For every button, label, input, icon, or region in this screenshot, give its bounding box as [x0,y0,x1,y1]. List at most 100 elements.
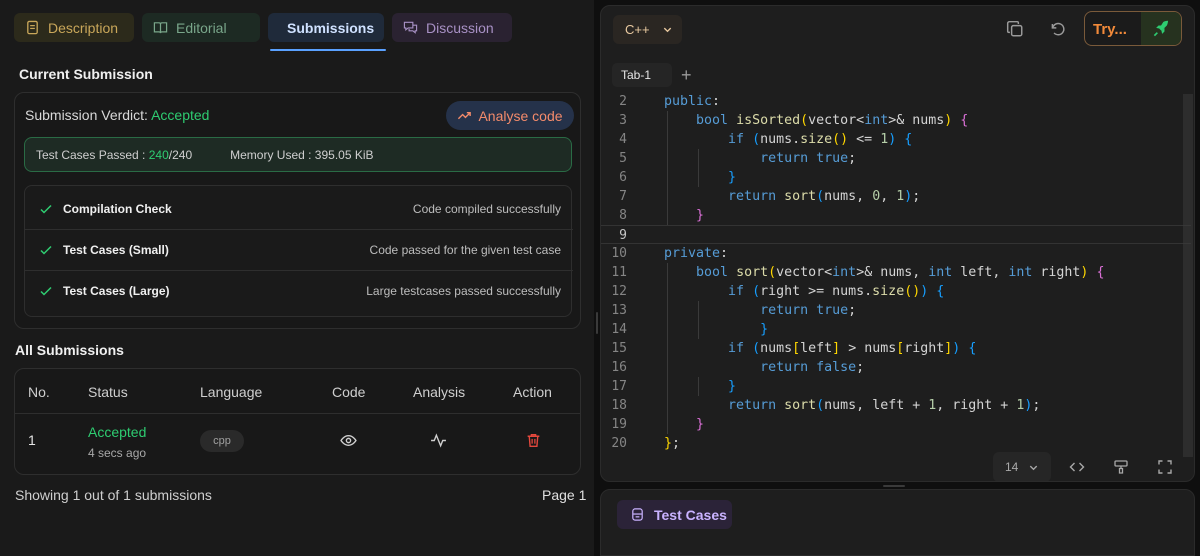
line-number: 10 [611,246,627,261]
eye-icon[interactable] [340,432,357,449]
analyse-code-button[interactable]: Analyse code [446,101,574,130]
copy-icon[interactable] [1006,20,1024,38]
font-size-select[interactable]: 14 [993,452,1051,481]
table-header: No. Status Language Code Analysis Action [15,369,580,414]
test-summary-bar: Test Cases Passed : 240/240 Memory Used … [24,137,572,172]
check-item-small: Test Cases (Small) Code passed for the g… [25,229,573,270]
editor-scrollbar[interactable] [1183,94,1193,457]
col-analysis: Analysis [413,384,466,400]
submissions-table: No. Status Language Code Analysis Action… [14,368,581,475]
tab-editorial[interactable]: Editorial [142,13,260,42]
line-number: 13 [611,303,627,318]
line-number: 19 [611,417,627,432]
col-status: Status [88,384,128,400]
line-number: 20 [611,436,627,451]
try-button[interactable]: Try... [1084,11,1182,46]
rocket-icon [1141,12,1181,45]
page-indicator: Page 1 [542,487,587,503]
trending-up-icon [458,111,472,120]
line-number: 3 [619,113,627,128]
row-status: Accepted [88,424,147,440]
check-icon [40,245,52,255]
check-message: Code compiled successfully [412,201,561,216]
line-number: 8 [619,208,627,223]
chevron-down-icon [663,27,671,33]
tab-editorial-label: Editorial [176,19,227,36]
add-tab-icon[interactable]: + [681,65,692,86]
line-number: 18 [611,398,627,413]
line-number: 7 [619,189,627,204]
language-value: C++ [625,22,650,37]
line-number: 4 [619,132,627,147]
horizontal-resize-handle[interactable] [883,485,905,487]
tests-passed-label: Test Cases Passed : [36,147,146,162]
check-list: Compilation Check Code compiled successf… [24,185,573,317]
all-submissions-heading: All Submissions [15,342,124,358]
check-message: Large testcases passed successfully [366,284,561,298]
font-size-value: 14 [1005,460,1019,474]
flask-icon [632,508,643,521]
table-row[interactable]: 1 Accepted 4 secs ago cpp [15,415,580,475]
line-number: 12 [611,284,627,299]
document-icon [27,20,38,35]
line-number: 17 [611,379,627,394]
col-no: No. [28,384,50,400]
check-name: Test Cases (Small) [63,243,169,257]
row-time: 4 secs ago [88,446,147,460]
tests-passed-value: 240 [148,147,169,162]
submissions-panel: Description Editorial Submissions Discus… [0,0,594,556]
line-number: 14 [611,322,627,337]
line-number: 11 [611,265,627,280]
code-editor: C++ Try... Tab-1 + 2 public: 3 bool isSor… [600,5,1195,482]
line-number: 16 [611,360,627,375]
col-action: Action [513,384,552,400]
activity-icon[interactable] [430,432,447,449]
active-tab-indicator [270,49,386,51]
format-brush-icon[interactable] [1113,459,1129,475]
col-language: Language [200,384,263,400]
tab-description[interactable]: Description [14,13,134,42]
submission-verdict: Submission Verdict: Accepted [25,107,209,123]
tab-submissions-label: Submissions [287,19,375,36]
analyse-code-label: Analyse code [478,107,563,124]
code-brackets-icon[interactable] [1069,459,1085,475]
check-name: Test Cases (Large) [63,284,170,298]
tab-discussion-label: Discussion [426,19,494,36]
reset-icon[interactable] [1049,20,1067,38]
chat-icon [403,21,418,34]
editor-tab[interactable]: Tab-1 [612,63,672,87]
current-submission-card: Submission Verdict: Accepted Analyse cod… [14,92,581,329]
line-number: 9 [619,228,627,243]
test-cases-panel: Test Cases [600,489,1195,556]
trash-icon[interactable] [525,432,542,449]
check-icon [40,286,52,296]
col-code: Code [332,384,366,400]
row-number: 1 [28,432,36,448]
tab-discussion[interactable]: Discussion [392,13,512,42]
fullscreen-icon[interactable] [1157,459,1173,475]
tab-description-label: Description [48,19,119,36]
try-label: Try... [1093,21,1127,38]
test-cases-tab[interactable]: Test Cases [617,500,732,529]
language-pill: cpp [200,430,244,452]
test-cases-label: Test Cases [654,506,727,523]
line-number: 5 [619,151,627,166]
pagination-summary: Showing 1 out of 1 submissions [15,487,212,503]
tab-submissions[interactable]: Submissions [268,13,384,42]
check-item-compilation: Compilation Check Code compiled successf… [25,188,573,229]
problem-tabs: Description Editorial Submissions Discus… [14,13,512,42]
check-icon [40,204,52,214]
tests-total-value: /240 [168,147,193,162]
check-message: Code passed for the given test case [369,243,561,257]
editor-area: C++ Try... Tab-1 + 2 public: 3 bool isSor… [600,0,1200,556]
line-number: 15 [611,341,627,356]
verdict-label: Submission Verdict: [25,107,148,123]
check-item-large: Test Cases (Large) Large testcases passe… [25,270,573,311]
book-icon [153,22,168,34]
language-select[interactable]: C++ [613,15,682,44]
chevron-down-icon [1030,465,1038,470]
line-number: 6 [619,170,627,185]
line-number: 2 [619,94,627,109]
memory-used: Memory Used : 395.05 KiB [230,147,374,162]
current-submission-heading: Current Submission [19,66,153,82]
